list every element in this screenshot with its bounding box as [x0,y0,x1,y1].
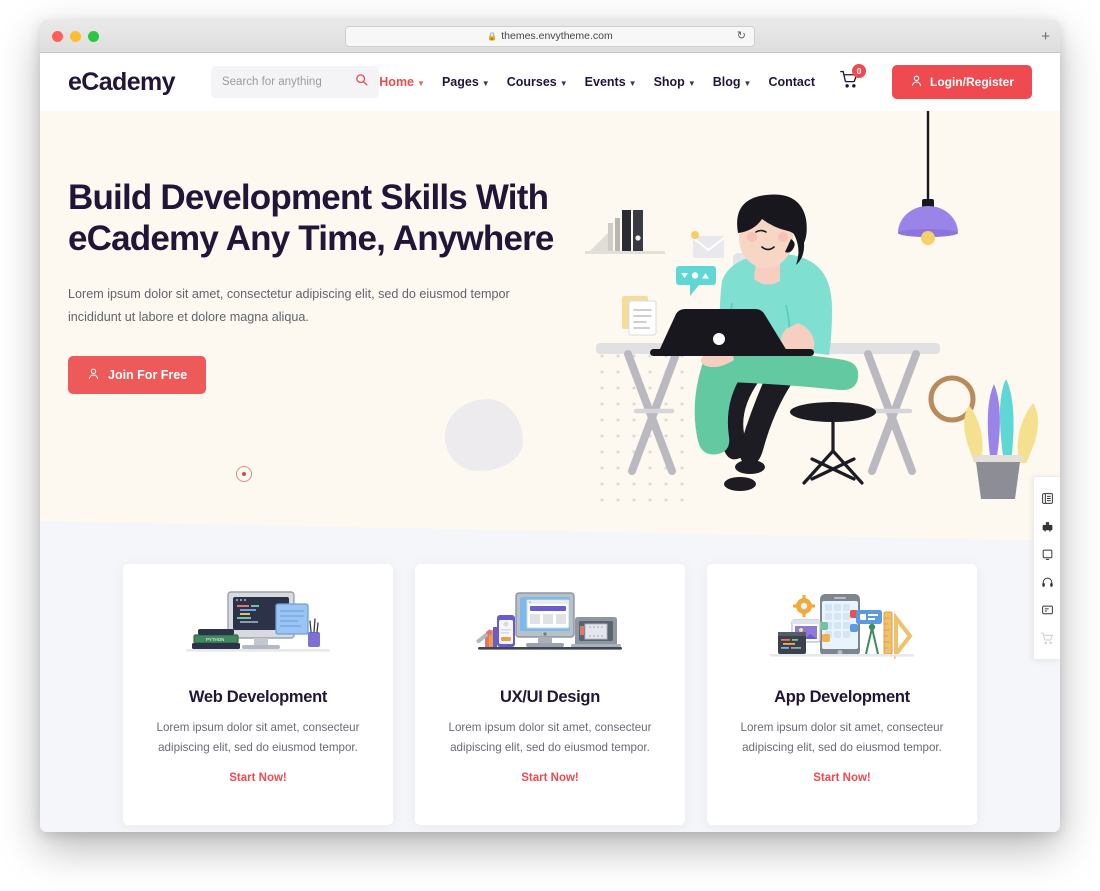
hero-content: Build Development Skills With eCademy An… [40,111,560,395]
start-now-link[interactable]: Start Now! [813,772,871,784]
course-card-web-development[interactable]: PYTHON Web Development Lorem ipsum dolor… [123,564,393,825]
user-icon [87,367,100,383]
address-bar-url: themes.envytheme.com [501,30,613,42]
hero-title-line-2: eCademy Any Time, Anywhere [68,219,554,259]
nav-label-blog: Blog [712,75,741,89]
course-title: App Development [774,688,910,706]
address-bar[interactable]: 🔒 themes.envytheme.com ↻ [345,25,755,47]
nav-item-courses[interactable]: Courses ▼ [507,75,568,89]
chevron-down-icon: ▼ [559,78,568,88]
main-navigation: Home ▼ Pages ▼ Courses ▼ Events ▼ Shop ▼… [379,64,1032,99]
nav-item-blog[interactable]: Blog ▼ [713,75,752,89]
course-description: Lorem ipsum dolor sit amet, consecteur a… [443,718,658,758]
login-register-label: Login/Register [929,75,1014,89]
search-icon[interactable] [355,73,368,91]
hero-subtitle: Lorem ipsum dolor sit amet, consectetur … [68,283,513,330]
hero-subtitle-line-2: incididunt ut labore et dolore magna ali… [68,309,309,324]
nav-item-events[interactable]: Events ▼ [585,75,637,89]
projector-icon[interactable] [1034,512,1061,540]
hero-subtitle-line-1: Lorem ipsum dolor sit amet, consectetur … [68,286,510,301]
ux-ui-design-illustration [470,588,630,670]
course-description-line-2: adipiscing elit, sed do eiusmod tempor. [450,740,650,754]
user-icon [910,74,923,90]
chevron-down-icon: ▼ [687,78,696,88]
cart-icon [840,70,859,93]
headset-icon[interactable] [1034,568,1061,596]
cart-button[interactable]: 0 [840,64,866,94]
course-description-line-2: adipiscing elit, sed do eiusmod tempor. [742,740,942,754]
nav-label-pages: Pages [441,75,479,89]
hero-title: Build Development Skills With eCademy An… [68,177,560,260]
hero-title-line-1: Build Development Skills With [68,178,549,217]
nav-item-home[interactable]: Home ▼ [379,75,425,89]
hero-bottom-wedge [40,521,1060,541]
hero-section: Build Development Skills With eCademy An… [40,111,1060,541]
course-description-line-2: adipiscing elit, sed do eiusmod tempor. [158,740,358,754]
cart-badge: 0 [851,64,866,78]
course-description-line-1: Lorem ipsum dolor sit amet, consecteur [448,721,652,734]
hero-illustration [580,111,1060,541]
course-description: Lorem ipsum dolor sit amet, consecteur a… [151,718,366,758]
course-cards: PYTHON Web Development Lorem ipsum dolor… [40,564,1060,825]
chevron-down-icon: ▼ [481,78,490,88]
nav-label-courses: Courses [506,75,557,89]
join-for-free-button[interactable]: Join For Free [68,356,207,395]
web-development-illustration: PYTHON [178,588,338,670]
page-viewport: eCademy Home ▼ Pages ▼ [40,53,1060,832]
side-toolbar [1033,476,1060,660]
nav-item-contact[interactable]: Contact [768,75,815,89]
maximize-window-button[interactable] [88,30,99,42]
reload-icon[interactable]: ↻ [737,30,746,42]
join-for-free-label: Join For Free [108,368,188,383]
nav-label-shop: Shop [653,75,685,89]
start-now-link[interactable]: Start Now! [229,772,287,784]
monitor-icon[interactable] [1034,540,1061,568]
course-description-line-1: Lorem ipsum dolor sit amet, consecteur [156,721,360,734]
nav-label-home: Home [379,75,415,89]
nav-item-pages[interactable]: Pages ▼ [442,75,490,89]
courses-section: PYTHON Web Development Lorem ipsum dolor… [40,541,1060,832]
site-logo[interactable]: eCademy [68,68,176,97]
nav-label-events: Events [584,75,626,89]
lock-icon: 🔒 [487,31,498,41]
app-development-illustration [762,588,922,670]
course-card-app-development[interactable]: App Development Lorem ipsum dolor sit am… [707,564,977,825]
search-input[interactable] [221,76,356,88]
layout-list-icon[interactable] [1034,484,1061,512]
window-controls [52,30,99,42]
decorative-blob [445,399,523,471]
course-title: Web Development [188,688,328,706]
course-description: Lorem ipsum dolor sit amet, consecteur a… [735,718,950,758]
cart-icon[interactable] [1034,624,1061,652]
login-register-button[interactable]: Login/Register [891,65,1032,99]
chevron-down-icon: ▼ [743,78,752,88]
site-header: eCademy Home ▼ Pages ▼ [40,53,1060,111]
course-card-ux-ui-design[interactable]: UX/UI Design Lorem ipsum dolor sit amet,… [415,564,685,825]
search-box[interactable] [210,66,380,98]
close-window-button[interactable] [52,30,63,42]
chat-icon[interactable] [1034,596,1061,624]
course-description-line-1: Lorem ipsum dolor sit amet, consecteur [740,721,944,734]
minimize-window-button[interactable] [70,30,81,42]
browser-titlebar: 🔒 themes.envytheme.com ↻ + [40,20,1060,53]
browser-window: 🔒 themes.envytheme.com ↻ + eCademy Searc… [40,20,1060,832]
chevron-down-icon: ▼ [417,78,425,88]
svg-text:PYTHON: PYTHON [206,637,224,642]
decorative-circle-dot [236,466,252,482]
nav-item-shop[interactable]: Shop ▼ [654,75,696,89]
start-now-link[interactable]: Start Now! [521,772,579,784]
nav-label-contact: Contact [768,75,815,89]
chevron-down-icon: ▼ [628,78,637,88]
course-title: UX/UI Design [499,688,600,706]
new-tab-button[interactable]: + [1041,29,1050,44]
